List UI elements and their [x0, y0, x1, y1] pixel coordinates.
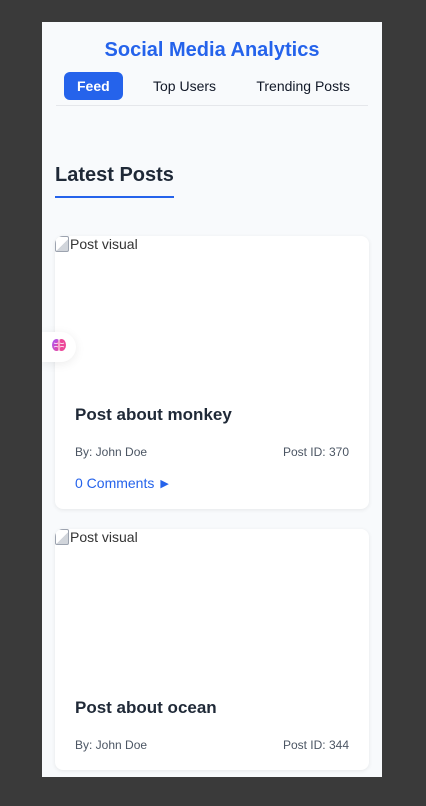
assistant-button[interactable] [42, 332, 76, 362]
post-card: Post visual Post about ocean By: John Do… [55, 529, 369, 770]
comments-toggle[interactable]: 0 Comments ▶ [75, 475, 349, 491]
tab-feed[interactable]: Feed [64, 71, 123, 100]
post-id: Post ID: 344 [282, 738, 349, 752]
post-meta: By: John Doe Post ID: 344 [75, 738, 349, 752]
post-image-alt: Post visual [55, 529, 138, 545]
post-image-alt: Post visual [55, 236, 138, 252]
post-image-alt-text: Post visual [70, 529, 138, 545]
broken-image-icon [55, 529, 69, 545]
post-image-alt-text: Post visual [70, 236, 138, 252]
post-image: Post visual [55, 236, 369, 391]
broken-image-icon [55, 236, 69, 252]
post-title: Post about monkey [75, 405, 232, 424]
post-id: Post ID: 370 [282, 445, 349, 459]
latest-posts-section: Latest Posts Post visual Post about monk… [42, 106, 382, 770]
post-body: Post about ocean By: John Doe Post ID: 3… [55, 684, 369, 770]
triangle-right-icon: ▶ [160, 477, 169, 490]
post-author: By: John Doe [75, 738, 148, 752]
post-meta: By: John Doe Post ID: 370 [75, 445, 349, 459]
app-title: Social Media Analytics [104, 39, 320, 61]
comments-count: 0 Comments [75, 475, 155, 491]
tab-trending-posts[interactable]: Trending Posts [246, 72, 360, 100]
section-title: Latest Posts [55, 164, 174, 198]
app-viewport: Social Media Analytics Feed Top Users Tr… [42, 22, 382, 777]
post-body: Post about monkey By: John Doe Post ID: … [55, 391, 369, 509]
post-title: Post about ocean [75, 698, 217, 717]
tab-top-users[interactable]: Top Users [143, 72, 226, 100]
post-author: By: John Doe [75, 445, 148, 459]
post-card: Post visual Post about monkey By: John D… [55, 236, 369, 509]
nav-tabs: Feed Top Users Trending Posts [56, 66, 368, 106]
app-header: Social Media Analytics Feed Top Users Tr… [42, 22, 382, 106]
post-image: Post visual [55, 529, 369, 684]
brain-icon [51, 337, 67, 358]
